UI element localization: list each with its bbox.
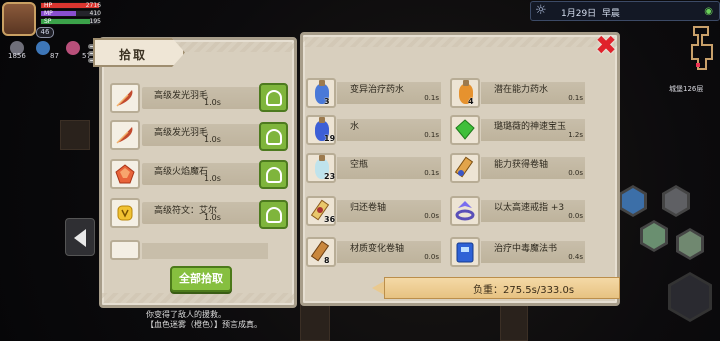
pick-all-button[interactable]: 全部拾取: [170, 266, 232, 292]
player-level: 46: [36, 27, 54, 38]
log-line: 【血色迷雾（橙色）】预言成真。: [146, 320, 262, 329]
empty-bar: [142, 243, 268, 259]
sp-bar: SP 195: [40, 18, 101, 25]
ether-ring-icon: [450, 196, 480, 226]
mutant-potion-icon: [306, 78, 336, 108]
hp-bar: HP 2716: [40, 2, 101, 9]
status-bar: ☼ 1月29日 早晨 ◉: [530, 1, 720, 21]
pickup-item[interactable]: 高级发光羽毛 1.0s: [110, 83, 260, 113]
inventory-item[interactable]: 水 0.1s 19: [306, 115, 441, 145]
minimap[interactable]: [686, 23, 718, 79]
stat-value: 87: [50, 52, 59, 60]
pickup-title-tag: 拾取: [93, 38, 185, 67]
inventory-item[interactable]: 归还卷轴 0.0s 36: [306, 196, 441, 226]
material-scroll-icon: [306, 237, 336, 267]
inventory-item[interactable]: 潜在能力药水 0.1s 4: [450, 78, 585, 108]
fire-gem-icon: [110, 159, 140, 189]
green-gem-icon: [450, 115, 480, 145]
player-avatar[interactable]: [2, 2, 36, 36]
wifi-icon: ◉: [704, 6, 713, 17]
floor-tile: [300, 300, 330, 341]
inventory-item[interactable]: 以太高速戒指 +3 0.0s: [450, 196, 585, 226]
inventory-item[interactable]: 璐璐薇的神速宝玉 1.2s: [450, 115, 585, 145]
pickup-item[interactable]: 高级火焰魔石 1.0s: [110, 159, 260, 189]
hand-icon: [265, 207, 282, 223]
left-arrow-button[interactable]: [65, 218, 95, 256]
inventory-item[interactable]: 变异治疗药水 0.1s 3: [306, 78, 441, 108]
pickup-hand-button[interactable]: [259, 160, 288, 189]
hand-icon: [265, 90, 282, 106]
feather-icon: [110, 83, 140, 113]
pickup-hand-button[interactable]: [259, 200, 288, 229]
stat-icon: [36, 41, 50, 55]
inventory-item[interactable]: 空瓶 0.1s 23: [306, 153, 441, 183]
rune-icon: [110, 198, 140, 228]
inventory-item[interactable]: 能力获得卷轴 0.0s: [450, 153, 585, 183]
stat-icon: [66, 41, 80, 55]
date-text: 1月29日 早晨: [561, 9, 620, 19]
pickup-hand-button[interactable]: [259, 122, 288, 151]
hand-icon: [265, 167, 282, 183]
spellbook-icon: [450, 237, 480, 267]
inventory-item[interactable]: 治疗中毒魔法书 0.4s: [450, 237, 585, 267]
hand-icon: [265, 129, 282, 145]
weight-text: 负重：275.5s/333.0s: [473, 285, 575, 296]
stat-value: 1856: [8, 52, 26, 60]
sun-icon: ☼: [535, 3, 547, 18]
pickup-hand-button[interactable]: [259, 83, 288, 112]
empty-slot: [110, 240, 140, 260]
floor-tile: [60, 120, 90, 150]
pickup-title: 拾取: [119, 48, 148, 62]
floor-tile: [500, 305, 528, 341]
ability-scroll-icon: [450, 153, 480, 183]
close-icon[interactable]: ✖: [594, 33, 618, 59]
mp-bar: MP 410: [40, 10, 101, 17]
pickup-item[interactable]: 高级发光羽毛 1.0s: [110, 120, 260, 150]
inventory-item[interactable]: 材质变化卷轴 0.0s 8: [306, 237, 441, 267]
feather-icon: [110, 120, 140, 150]
floor-label: 城堡126层: [669, 85, 704, 93]
pickup-item[interactable]: 高级符文：艾尔 1.0s: [110, 198, 260, 228]
weight-bar: 负重：275.5s/333.0s: [384, 277, 620, 299]
potential-potion-icon: [450, 78, 480, 108]
